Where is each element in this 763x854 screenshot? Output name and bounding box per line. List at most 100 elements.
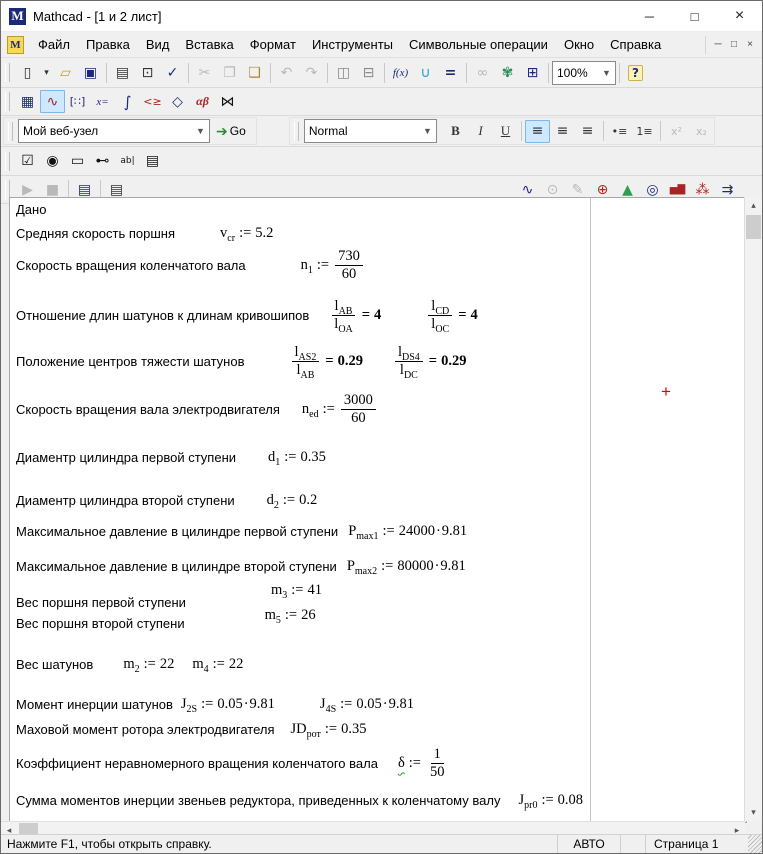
worksheet-region[interactable]: Максимальное давление в цилиндре первой … (16, 523, 467, 540)
calculator-palette-button[interactable]: ▦ (15, 90, 40, 113)
resize-grip[interactable] (748, 835, 762, 853)
math-region[interactable]: m5:=26 (265, 607, 316, 624)
open-button[interactable]: ▱ (53, 61, 78, 84)
math-region[interactable]: ned:=300060 (302, 392, 378, 428)
maximize-button[interactable]: □ (672, 1, 717, 31)
text-region[interactable]: Момент инерции шатунов (16, 697, 173, 712)
worksheet-region[interactable]: Скорость вращения вала электродвигателя n… (16, 392, 378, 428)
scroll-up-arrow[interactable]: ▴ (745, 197, 762, 214)
worksheet-region[interactable]: Вес поршня второй ступениm5:=26 (16, 615, 316, 632)
toolbar-grip[interactable] (5, 63, 10, 82)
toolbar-grip[interactable] (294, 122, 299, 141)
chevron-down-icon[interactable]: ▼ (192, 126, 209, 136)
worksheet-region[interactable]: Диаментр цилиндра первой ступениd1:=0.35 (16, 449, 326, 466)
insert-function-button[interactable]: f(x) (388, 61, 413, 84)
math-region[interactable]: lDS4lDC=0.29 (393, 344, 466, 380)
math-region[interactable]: d2:=0.2 (267, 492, 318, 509)
vertical-scrollbar[interactable]: ▴ ▾ (744, 197, 762, 821)
math-region[interactable]: JDрот:=0.35 (291, 721, 367, 738)
worksheet-region[interactable]: Отношение длин шатунов к длинам кривошип… (16, 298, 478, 334)
worksheet-region[interactable]: Положение центров тяжести шатуновlAS2lAB… (16, 344, 466, 380)
menu-инструменты[interactable]: Инструменты (304, 32, 401, 57)
web-address-combo[interactable]: Мой веб-узел ▼ (18, 119, 210, 143)
text-region[interactable]: Положение центров тяжести шатунов (16, 354, 245, 369)
text-region[interactable]: Максимальное давление в цилиндре первой … (16, 524, 338, 539)
bold-button[interactable]: B (443, 120, 468, 143)
spelling-button[interactable]: ✓ (160, 61, 185, 84)
print-button[interactable]: ▤ (110, 61, 135, 84)
vertical-scroll-thumb[interactable] (746, 215, 761, 239)
menu-вид[interactable]: Вид (138, 32, 178, 57)
toolbar-grip[interactable] (5, 152, 10, 171)
align-right-button[interactable]: ≡ (575, 120, 600, 143)
math-region[interactable]: lABlOA=4 (329, 298, 381, 334)
component-button[interactable]: ✾ (495, 61, 520, 84)
menu-окно[interactable]: Окно (556, 32, 602, 57)
menu-вставка[interactable]: Вставка (177, 32, 241, 57)
text-region[interactable]: Коэффициент неравномерного вращения коле… (16, 756, 378, 771)
math-region[interactable]: m3:=41 (271, 582, 322, 599)
insert-table-button[interactable]: ⊞ (520, 61, 545, 84)
new-dropdown[interactable]: ▾ (40, 61, 53, 84)
evaluation-palette-button[interactable]: x= (90, 90, 115, 113)
align-across-button[interactable]: ◫ (331, 61, 356, 84)
text-region[interactable]: Отношение длин шатунов к длинам кривошип… (16, 308, 309, 323)
numbered-list-button[interactable]: 1≡ (632, 120, 657, 143)
worksheet-region[interactable]: Момент инерции шатуновJ2S:=0.05·9.81J4S:… (16, 696, 414, 713)
math-region[interactable]: m2:=22 (123, 656, 174, 673)
textbox-control-button[interactable]: ab| (115, 150, 140, 173)
text-region[interactable]: Дано (16, 202, 46, 217)
menu-справка[interactable]: Справка (602, 32, 669, 57)
radio-control-button[interactable]: ◉ (40, 150, 65, 173)
new-button[interactable]: ▯ (15, 61, 40, 84)
text-region[interactable]: Маховой момент ротора электродвигателя (16, 722, 275, 737)
greek-palette-button[interactable]: αβ (190, 90, 215, 113)
worksheet-region[interactable]: Диаментр цилиндра второй ступениd2:=0.2 (16, 492, 317, 509)
worksheet-region[interactable]: Маховой момент ротора электродвигателя JD… (16, 721, 367, 738)
matrix-palette-button[interactable]: [∷] (65, 90, 90, 113)
math-region[interactable]: n1:=73060 (301, 248, 365, 284)
scroll-down-arrow[interactable]: ▾ (745, 804, 762, 821)
bullet-list-button[interactable]: •≡ (607, 120, 632, 143)
math-region[interactable]: δ:=150 (398, 746, 450, 782)
chevron-down-icon[interactable]: ▼ (419, 126, 436, 136)
worksheet-region[interactable]: Скорость вращения коленчатого вала n1:=73… (16, 248, 365, 284)
text-region[interactable]: Вес поршня второй ступени (16, 616, 185, 631)
worksheet-region[interactable]: Сумма моментов инерции звеньев редуктора… (16, 792, 583, 809)
math-region[interactable]: Pmax1:=24000·9.81 (348, 523, 467, 540)
align-down-button[interactable]: ⊟ (356, 61, 381, 84)
math-region[interactable]: vcr:=5.2 (220, 225, 273, 242)
mdi-restore-button[interactable]: □ (726, 39, 742, 50)
text-region[interactable]: Средняя скорость поршня (16, 226, 175, 241)
math-region[interactable]: lCDlOC=4 (426, 298, 477, 334)
symbolic-palette-button[interactable]: ⋈ (215, 90, 240, 113)
checkbox-control-button[interactable]: ☑ (15, 150, 40, 173)
align-left-button[interactable]: ≡ (525, 120, 550, 143)
close-button[interactable]: × (717, 1, 762, 31)
mdi-close-button[interactable]: × (742, 39, 758, 50)
go-button[interactable]: ➔ Go (216, 123, 246, 140)
chevron-down-icon[interactable]: ▼ (598, 68, 615, 78)
worksheet-region[interactable]: Дано (16, 202, 46, 217)
insert-unit-button[interactable]: ∪ (413, 61, 438, 84)
text-region[interactable]: Скорость вращения коленчатого вала (16, 258, 246, 273)
menu-файл[interactable]: Файл (30, 32, 78, 57)
text-region[interactable]: Вес шатунов (16, 657, 93, 672)
text-region[interactable]: Скорость вращения вала электродвигателя (16, 402, 280, 417)
menu-символьные-операции[interactable]: Символьные операции (401, 32, 556, 57)
worksheet-region[interactable]: Средняя скорость поршня vcr:=5.2 (16, 225, 273, 242)
underline-button[interactable]: U (493, 120, 518, 143)
menu-правка[interactable]: Правка (78, 32, 138, 57)
slider-control-button[interactable]: ⊷ (90, 150, 115, 173)
math-region[interactable]: Jpr0:=0.08 (518, 792, 583, 809)
zoom-combo[interactable]: 100%▼ (552, 61, 616, 85)
italic-button[interactable]: I (468, 120, 493, 143)
math-region[interactable]: J4S:=0.05·9.81 (320, 696, 414, 713)
align-center-button[interactable]: ≡ (550, 120, 575, 143)
toolbar-grip[interactable] (5, 92, 10, 111)
mdi-minimize-button[interactable]: ─ (710, 39, 726, 50)
listbox-control-button[interactable]: ▤ (140, 150, 165, 173)
style-combo[interactable]: Normal ▼ (304, 119, 437, 143)
worksheet-region[interactable]: Максимальное давление в цилиндре второй … (16, 558, 466, 575)
print-preview-button[interactable]: ⊡ (135, 61, 160, 84)
